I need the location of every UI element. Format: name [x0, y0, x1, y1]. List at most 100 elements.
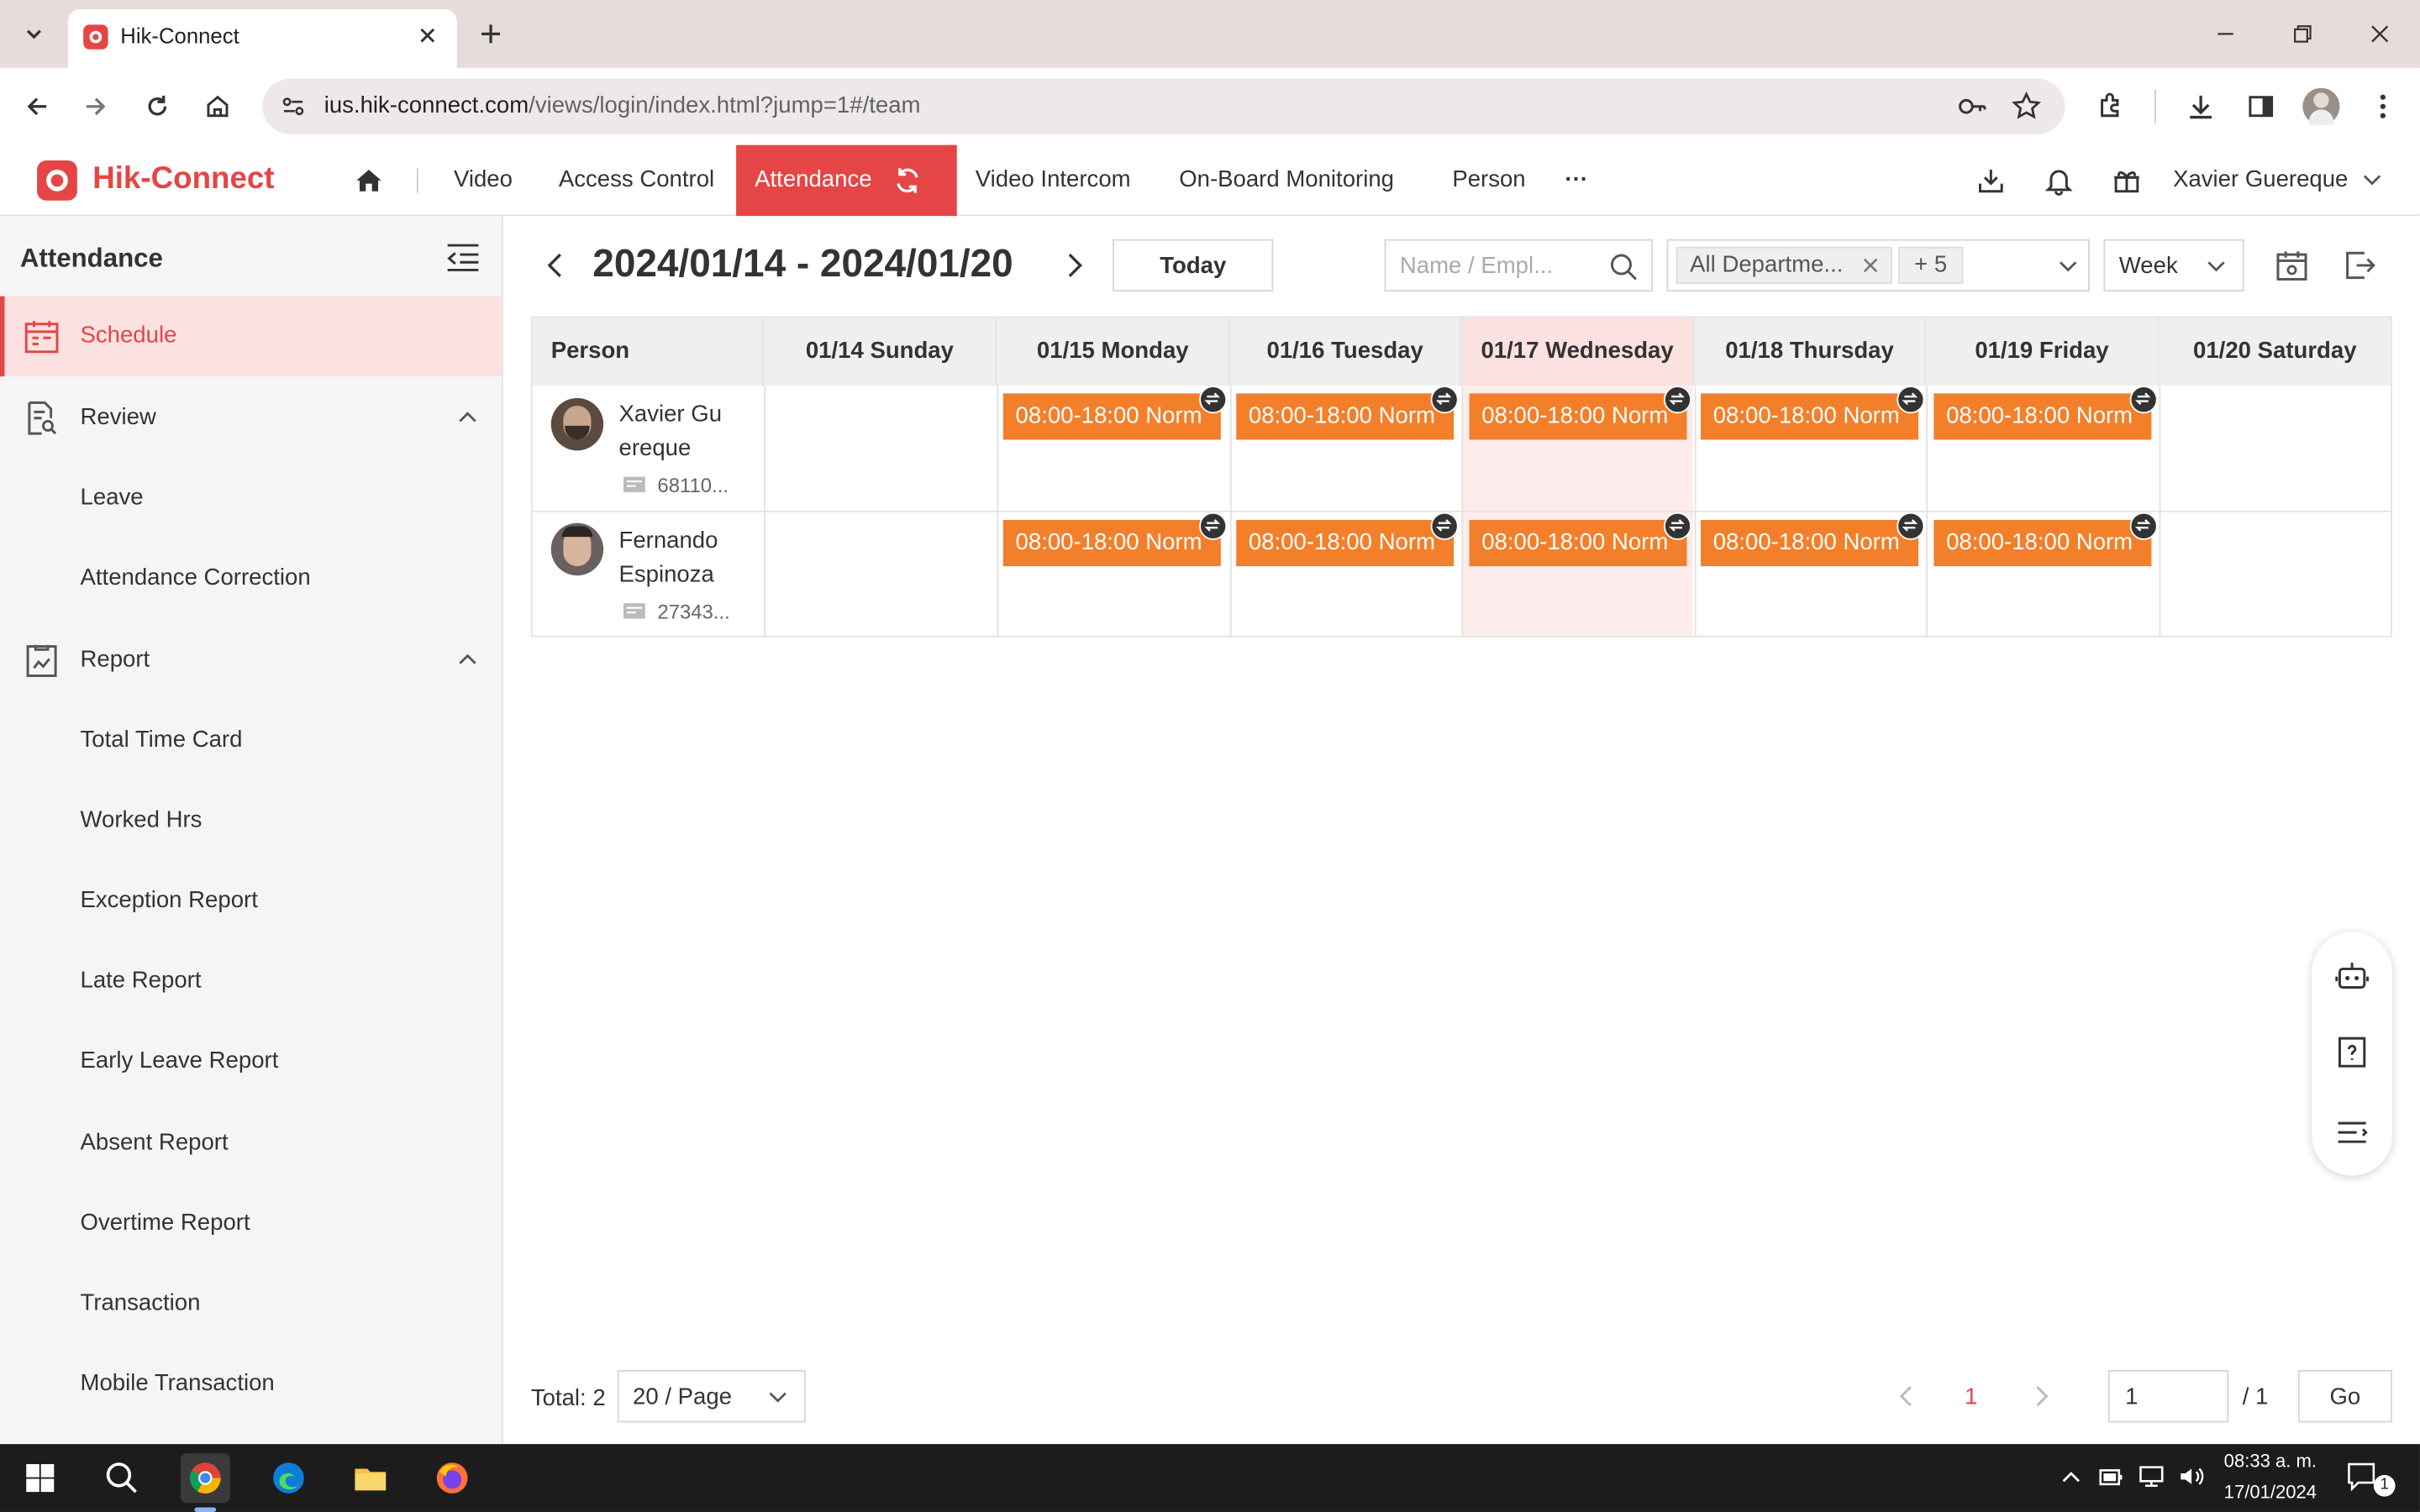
- back-icon[interactable]: [15, 85, 58, 128]
- nav-on-board-monitoring[interactable]: On-Board Monitoring: [1179, 145, 1394, 216]
- app-download-icon[interactable]: [1975, 165, 2007, 197]
- search-icon[interactable]: [1608, 251, 1639, 282]
- profile-avatar[interactable]: [2302, 87, 2340, 125]
- prev-page-icon[interactable]: [1895, 1383, 1917, 1410]
- swap-shift-icon[interactable]: [2129, 512, 2158, 540]
- forward-icon[interactable]: [74, 85, 117, 128]
- sidebar-item-overtime-report[interactable]: Overtime Report: [0, 1184, 502, 1264]
- person-name-line2[interactable]: ereque: [619, 432, 743, 465]
- volume-icon[interactable]: [2178, 1464, 2206, 1488]
- robot-assistant-icon[interactable]: [2333, 957, 2370, 994]
- go-button[interactable]: Go: [2297, 1369, 2392, 1423]
- user-name[interactable]: Xavier Guereque: [2173, 166, 2348, 192]
- prev-week-icon[interactable]: [544, 249, 568, 282]
- collapse-list-icon[interactable]: [2333, 1114, 2370, 1151]
- help-manual-icon[interactable]: [2333, 1034, 2370, 1071]
- person-name-line1[interactable]: Fernando: [619, 524, 743, 558]
- page-size-select[interactable]: 20 / Page: [617, 1369, 806, 1423]
- swap-shift-icon[interactable]: [2129, 386, 2158, 414]
- shift-block[interactable]: 08:00-18:00 Norm: [1469, 393, 1687, 440]
- clock-time[interactable]: 08:33 a. m.: [2224, 1450, 2317, 1472]
- sidebar-item-early-leave-report[interactable]: Early Leave Report: [0, 1021, 502, 1102]
- clock-date[interactable]: 17/01/2024: [2224, 1481, 2317, 1503]
- sidebar-item-worked-hrs[interactable]: Worked Hrs: [0, 780, 502, 861]
- home-icon[interactable]: [196, 85, 239, 128]
- sidebar-item-mobile-transaction[interactable]: Mobile Transaction: [0, 1344, 502, 1425]
- nav-more[interactable]: ···: [1565, 145, 1588, 216]
- battery-icon[interactable]: [2097, 1464, 2125, 1488]
- collapse-menu-icon[interactable]: [445, 241, 481, 275]
- address-bar[interactable]: ius.hik-connect.com/views/login/index.ht…: [262, 78, 2065, 134]
- swap-shift-icon[interactable]: [1430, 512, 1459, 540]
- sidebar-item-late-report[interactable]: Late Report: [0, 941, 502, 1021]
- next-week-icon[interactable]: [1062, 249, 1086, 282]
- bookmark-star-icon[interactable]: [2011, 91, 2042, 122]
- nav-access-control[interactable]: Access Control: [559, 145, 714, 216]
- swap-shift-icon[interactable]: [1663, 386, 1692, 414]
- shift-block[interactable]: 08:00-18:00 Norm: [1002, 519, 1221, 567]
- minimize-icon[interactable]: [2204, 13, 2247, 55]
- gift-icon[interactable]: [2112, 165, 2143, 197]
- browser-menu-icon[interactable]: [2361, 85, 2404, 128]
- app-home-icon[interactable]: [354, 165, 385, 197]
- user-chevron-down-icon[interactable]: [2361, 171, 2383, 190]
- network-icon[interactable]: [2138, 1464, 2165, 1488]
- tab-search-icon[interactable]: [13, 13, 55, 55]
- site-settings-icon[interactable]: [281, 94, 305, 118]
- restore-icon[interactable]: [2281, 13, 2324, 55]
- nav-video[interactable]: Video: [454, 145, 513, 216]
- sidebar-item-report[interactable]: Report: [0, 620, 502, 701]
- extensions-icon[interactable]: [2090, 85, 2133, 128]
- shift-block[interactable]: 08:00-18:00 Norm: [1469, 519, 1687, 567]
- close-window-icon[interactable]: [2358, 13, 2401, 55]
- sidebar-item-transaction[interactable]: Transaction: [0, 1263, 502, 1344]
- sidebar-item-total-time-card[interactable]: Total Time Card: [0, 701, 502, 781]
- side-panel-icon[interactable]: [2239, 85, 2282, 128]
- file-explorer-icon[interactable]: [345, 1453, 395, 1503]
- page-jump-input[interactable]: 1: [2107, 1369, 2229, 1423]
- today-button[interactable]: Today: [1113, 239, 1274, 292]
- tray-chevron-up-icon[interactable]: [2060, 1467, 2082, 1486]
- sidebar-item-review[interactable]: Review: [0, 378, 502, 459]
- department-select[interactable]: All Departme... + 5: [1666, 239, 2090, 292]
- nav-video-intercom[interactable]: Video Intercom: [976, 145, 1131, 216]
- reload-icon[interactable]: [136, 85, 179, 128]
- firefox-icon[interactable]: [428, 1453, 477, 1503]
- swap-shift-icon[interactable]: [1897, 386, 1925, 414]
- calendar-settings-icon[interactable]: [2275, 249, 2308, 282]
- sidebar-item-absent-report[interactable]: Absent Report: [0, 1103, 502, 1184]
- search-input[interactable]: Name / Empl...: [1384, 239, 1654, 292]
- export-icon[interactable]: [2343, 249, 2376, 282]
- shift-block[interactable]: 08:00-18:00 Norm: [1236, 519, 1455, 567]
- sidebar-item-exception-report[interactable]: Exception Report: [0, 861, 502, 942]
- shift-block[interactable]: 08:00-18:00 Norm: [1701, 393, 1919, 440]
- current-page[interactable]: 1: [1965, 1384, 1977, 1410]
- swap-shift-icon[interactable]: [1199, 386, 1228, 414]
- new-tab-icon[interactable]: [469, 13, 512, 55]
- shift-block[interactable]: 08:00-18:00 Norm: [1933, 519, 2152, 567]
- shift-block[interactable]: 08:00-18:00 Norm: [1701, 519, 1919, 567]
- close-icon[interactable]: [1861, 256, 1880, 275]
- windows-start-icon[interactable]: [15, 1453, 65, 1503]
- browser-tab[interactable]: Hik-Connect: [67, 9, 457, 68]
- shift-block[interactable]: 08:00-18:00 Norm: [1236, 393, 1455, 440]
- swap-shift-icon[interactable]: [1663, 512, 1692, 540]
- sidebar-item-attendance-correction[interactable]: Attendance Correction: [0, 538, 502, 619]
- chrome-icon[interactable]: [180, 1453, 230, 1512]
- sidebar-item-schedule[interactable]: Schedule: [0, 296, 502, 377]
- download-icon[interactable]: [2179, 85, 2222, 128]
- edge-icon[interactable]: [264, 1453, 313, 1503]
- bell-icon[interactable]: [2044, 165, 2075, 197]
- view-mode-select[interactable]: Week: [2103, 239, 2244, 292]
- swap-shift-icon[interactable]: [1430, 386, 1459, 414]
- person-name-line1[interactable]: Xavier Gu: [619, 398, 743, 432]
- password-key-icon[interactable]: [1957, 92, 1988, 120]
- taskbar-search-icon[interactable]: [97, 1453, 147, 1503]
- nav-person[interactable]: Person: [1452, 145, 1525, 216]
- nav-attendance[interactable]: Attendance: [736, 144, 957, 217]
- shift-block[interactable]: 08:00-18:00 Norm: [1933, 393, 2152, 440]
- next-page-icon[interactable]: [2031, 1383, 2053, 1410]
- swap-shift-icon[interactable]: [1897, 512, 1925, 540]
- close-tab-icon[interactable]: [417, 24, 439, 46]
- swap-shift-icon[interactable]: [1199, 512, 1228, 540]
